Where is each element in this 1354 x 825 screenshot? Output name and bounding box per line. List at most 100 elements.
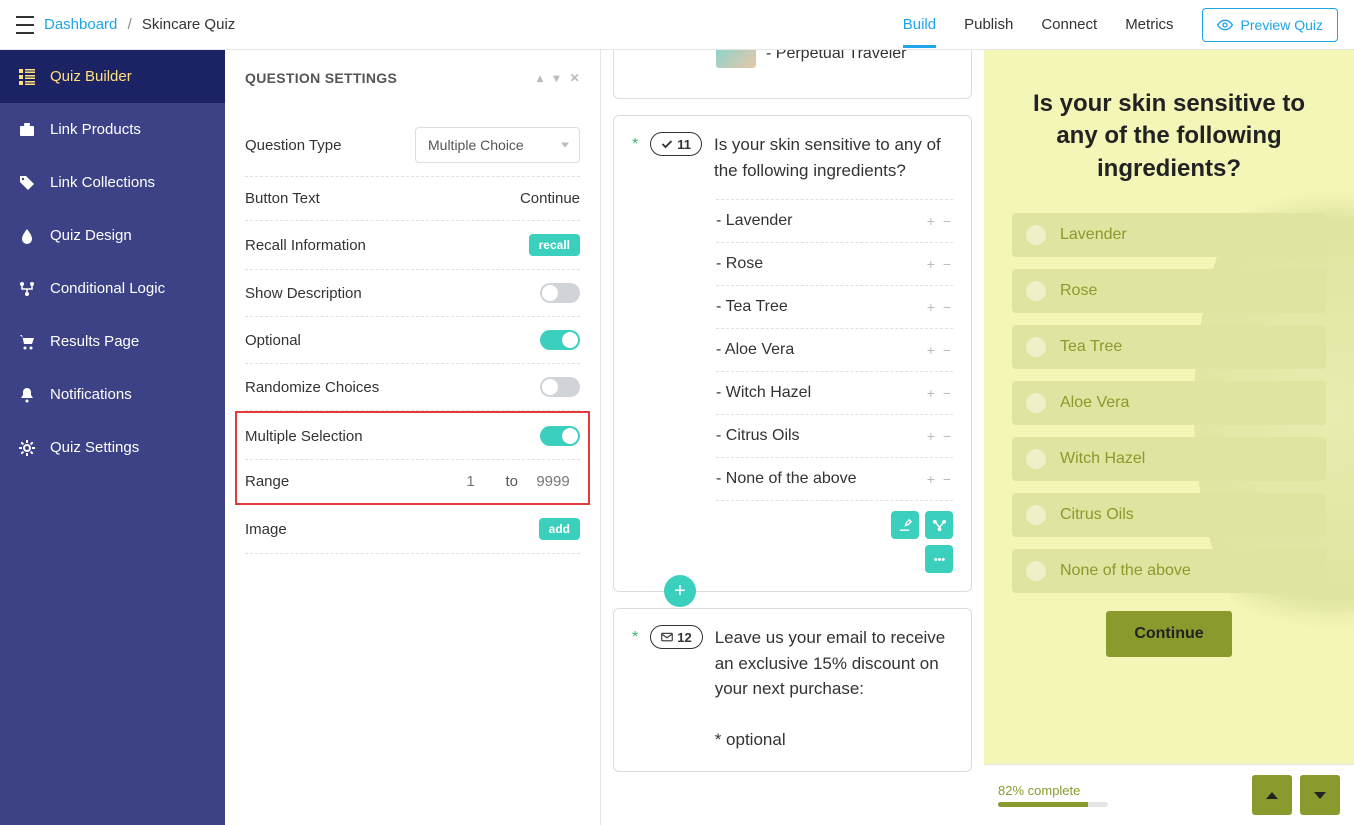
preview-choice[interactable]: None of the above <box>1012 549 1326 593</box>
choice-row[interactable]: - None of the above + − <box>716 458 953 501</box>
range-from-input[interactable] <box>443 473 497 490</box>
choice-row[interactable]: - Rose + − <box>716 243 953 286</box>
preview-choice[interactable]: Tea Tree <box>1012 325 1326 369</box>
remove-choice-icon[interactable]: − <box>943 256 953 272</box>
sidebar: Quiz Builder Link Products Link Collecti… <box>0 50 225 825</box>
preview-choice[interactable]: Lavender <box>1012 213 1326 257</box>
choice-label: - Lavender <box>716 212 793 230</box>
recall-button[interactable]: recall <box>529 234 580 256</box>
choice-row[interactable]: - Citrus Oils+ − <box>716 415 953 458</box>
add-choice-icon[interactable]: + <box>927 299 937 315</box>
question-text[interactable]: Leave us your email to receive an exclus… <box>715 628 946 698</box>
sidebar-item-results-page[interactable]: Results Page <box>0 315 225 368</box>
breadcrumb-root[interactable]: Dashboard <box>44 16 117 33</box>
choice-row[interactable]: - Aloe Vera + − <box>716 329 953 372</box>
question-card-prev[interactable]: - Perpetual Traveler <box>613 50 972 99</box>
preview-question-title: Is your skin sensitive to any of the fol… <box>1012 88 1326 185</box>
tab-metrics[interactable]: Metrics <box>1125 16 1173 33</box>
randomize-choices-toggle[interactable] <box>540 377 580 397</box>
sidebar-item-quiz-settings[interactable]: Quiz Settings <box>0 421 225 474</box>
sidebar-item-quiz-design[interactable]: Quiz Design <box>0 209 225 262</box>
remove-choice-icon[interactable]: − <box>943 471 953 487</box>
preview-choice-label: Lavender <box>1060 226 1127 244</box>
close-icon[interactable]: ✕ <box>570 71 580 85</box>
remove-choice-icon[interactable]: − <box>943 385 953 401</box>
triangle-down-icon <box>1314 792 1326 799</box>
add-choice-icon[interactable]: + <box>927 385 937 401</box>
eye-icon <box>1217 17 1233 33</box>
question-card-12[interactable]: * 12 Leave us your email to receive an e… <box>613 608 972 772</box>
caret-down-icon[interactable]: ▾ <box>553 71 559 85</box>
sidebar-item-conditional-logic[interactable]: Conditional Logic <box>0 262 225 315</box>
question-logic-button[interactable] <box>925 511 953 539</box>
radio-icon <box>1026 281 1046 301</box>
tab-build[interactable]: Build <box>903 16 936 33</box>
hamburger-icon[interactable] <box>16 16 34 34</box>
add-choice-icon[interactable]: + <box>927 428 937 444</box>
question-text[interactable]: Is your skin sensitive to any of the fol… <box>714 132 953 183</box>
choice-label: - Aloe Vera <box>716 341 794 359</box>
preview-continue-button[interactable]: Continue <box>1106 611 1231 657</box>
check-icon <box>661 138 673 150</box>
add-choice-icon[interactable]: + <box>927 256 937 272</box>
add-question-button[interactable]: + <box>664 575 696 607</box>
optional-toggle[interactable] <box>540 330 580 350</box>
preview-quiz-button[interactable]: Preview Quiz <box>1202 8 1338 42</box>
remove-choice-icon[interactable]: − <box>943 428 953 444</box>
show-description-toggle[interactable] <box>540 283 580 303</box>
question-card-11[interactable]: * 11 Is your skin sensitive to any of th… <box>613 115 972 592</box>
progress-indicator: 82% complete <box>998 783 1108 807</box>
sidebar-item-link-collections[interactable]: Link Collections <box>0 156 225 209</box>
add-choice-icon[interactable]: + <box>927 342 937 358</box>
breadcrumb-current: Skincare Quiz <box>142 16 235 33</box>
sidebar-item-label: Conditional Logic <box>50 280 165 297</box>
choice-label: - Rose <box>716 255 763 273</box>
sidebar-item-label: Link Products <box>50 121 141 138</box>
choice-row[interactable]: - Lavender + − <box>716 199 953 243</box>
radio-icon <box>1026 505 1046 525</box>
tab-connect[interactable]: Connect <box>1041 16 1097 33</box>
preview-prev-button[interactable] <box>1252 775 1292 815</box>
add-choice-icon[interactable]: + <box>927 213 937 229</box>
preview-next-button[interactable] <box>1300 775 1340 815</box>
question-type-label: Question Type <box>245 137 341 154</box>
sidebar-item-label: Results Page <box>50 333 139 350</box>
add-choice-icon[interactable]: + <box>927 471 937 487</box>
branch-icon <box>18 281 36 297</box>
highlighted-settings-block: Multiple Selection Range to <box>235 411 590 505</box>
choice-row[interactable]: - Witch Hazel+ − <box>716 372 953 415</box>
preview-choice-label: Aloe Vera <box>1060 394 1129 412</box>
preview-choice-label: Rose <box>1060 282 1097 300</box>
range-to-input[interactable] <box>526 473 580 490</box>
image-label: Image <box>245 521 287 538</box>
button-text-label: Button Text <box>245 190 320 207</box>
required-star-icon: * <box>632 136 638 154</box>
sidebar-item-quiz-builder[interactable]: Quiz Builder <box>0 50 225 103</box>
grid-icon <box>18 69 36 85</box>
button-text-value[interactable]: Continue <box>520 190 580 207</box>
preview-choice[interactable]: Witch Hazel <box>1012 437 1326 481</box>
preview-choice[interactable]: Rose <box>1012 269 1326 313</box>
remove-choice-icon[interactable]: − <box>943 342 953 358</box>
quiz-canvas: - Perpetual Traveler * 11 Is your skin s… <box>601 50 984 825</box>
question-type-select[interactable]: Multiple Choice <box>415 127 580 163</box>
tab-publish[interactable]: Publish <box>964 16 1013 33</box>
add-image-button[interactable]: add <box>539 518 580 540</box>
preview-choice-label: Witch Hazel <box>1060 450 1145 468</box>
radio-icon <box>1026 561 1046 581</box>
caret-up-icon[interactable]: ▴ <box>537 71 543 85</box>
multiple-selection-toggle[interactable] <box>540 426 580 446</box>
preview-choice[interactable]: Citrus Oils <box>1012 493 1326 537</box>
choice-row[interactable]: - Tea Tree+ − <box>716 286 953 329</box>
preview-choice[interactable]: Aloe Vera <box>1012 381 1326 425</box>
sidebar-item-notifications[interactable]: Notifications <box>0 368 225 421</box>
sidebar-item-link-products[interactable]: Link Products <box>0 103 225 156</box>
question-more-button[interactable] <box>925 545 953 573</box>
question-settings-button[interactable] <box>891 511 919 539</box>
preview-choice-label: Tea Tree <box>1060 338 1122 356</box>
cart-icon <box>18 334 36 350</box>
choice-label: - None of the above <box>716 470 857 488</box>
remove-choice-icon[interactable]: − <box>943 213 953 229</box>
radio-icon <box>1026 449 1046 469</box>
remove-choice-icon[interactable]: − <box>943 299 953 315</box>
